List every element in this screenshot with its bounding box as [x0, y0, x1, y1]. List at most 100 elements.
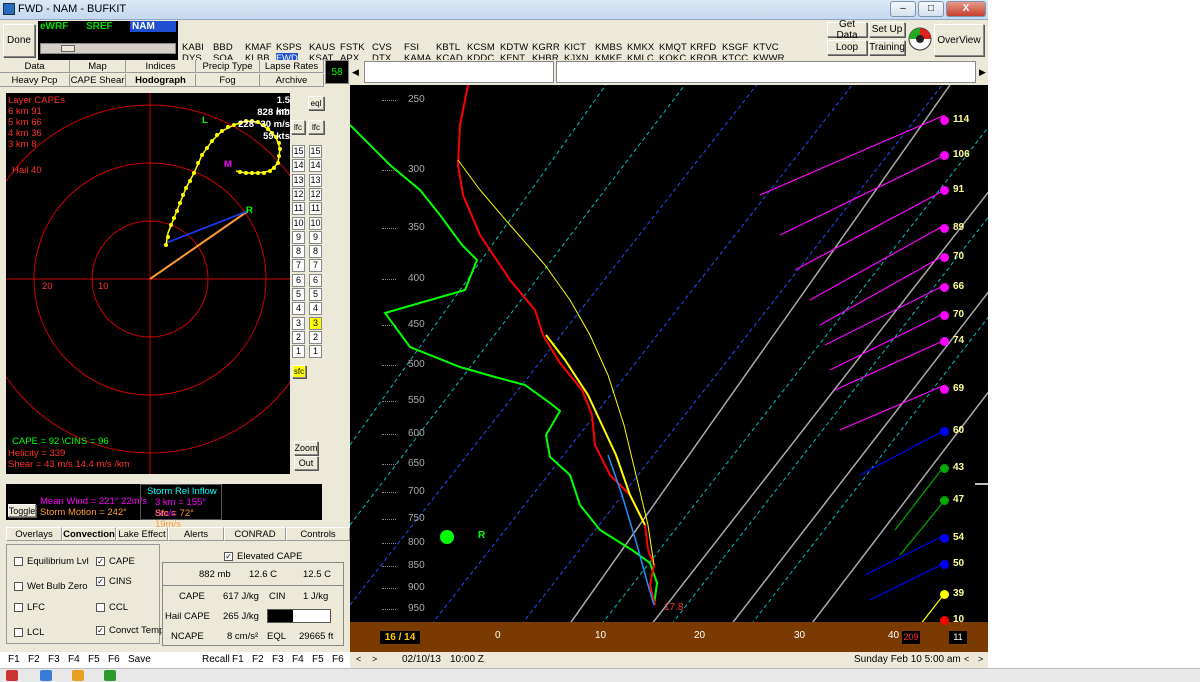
tab-map[interactable]: Map [70, 60, 126, 73]
checkbox[interactable] [14, 557, 23, 566]
layer-number-left[interactable]: 2 [292, 330, 305, 344]
scroll-right-icon[interactable]: ▶ [979, 62, 987, 82]
station-kict[interactable]: KICT [564, 42, 586, 53]
option-cins[interactable]: ✓ CINS [96, 576, 132, 587]
station-bbd[interactable]: BBD [213, 42, 233, 53]
close-button[interactable]: X [946, 1, 986, 17]
layer-number-left[interactable]: 3 [292, 316, 305, 330]
layer-number-left[interactable]: 8 [292, 245, 305, 259]
station-kaus[interactable]: KAUS [309, 42, 335, 53]
fkey-left-f4[interactable]: F4 [68, 654, 80, 665]
tab-cape-shear[interactable]: CAPE Shear [70, 74, 126, 87]
station-kcsm[interactable]: KCSM [467, 42, 495, 53]
taskbar-app-icon[interactable] [40, 670, 52, 681]
checkbox[interactable] [96, 603, 105, 612]
elevated-cape-option[interactable]: ✓ Elevated CAPE [224, 551, 302, 562]
fkey-left-f6[interactable]: F6 [108, 654, 120, 665]
option-lcl[interactable]: LCL [14, 627, 44, 638]
out-button[interactable]: Out [294, 456, 318, 470]
time-forward-icon[interactable]: > [372, 654, 377, 664]
layer-number-right[interactable]: 9 [309, 230, 322, 244]
station-kmqt[interactable]: KMQT [659, 42, 687, 53]
model-sref[interactable]: SREF [84, 21, 113, 32]
fkey-left-f5[interactable]: F5 [88, 654, 100, 665]
layer-number-right[interactable]: 2 [309, 330, 322, 344]
layer-number-right[interactable]: 10 [309, 216, 322, 230]
lfc-button-right[interactable]: lfc [308, 120, 324, 134]
layer-number-right[interactable]: 15 [309, 145, 322, 158]
fkey-right-f3[interactable]: F3 [272, 654, 284, 665]
checkbox[interactable] [14, 603, 23, 612]
option-lfc[interactable]: LFC [14, 602, 45, 613]
checkbox[interactable] [14, 582, 23, 591]
station-ksgf[interactable]: KSGF [722, 42, 748, 53]
setup-button[interactable]: Set Up [869, 22, 905, 37]
model-nam[interactable]: NAM [130, 21, 176, 32]
layer-number-left[interactable]: 10 [292, 216, 305, 230]
option-convct-temp[interactable]: ✓ Convct Temp [96, 625, 164, 636]
maximize-button[interactable]: □ [918, 1, 944, 17]
checkbox[interactable] [14, 628, 23, 637]
lfc-button-left[interactable]: lfc [291, 120, 305, 134]
tab-conrad[interactable]: CONRAD [224, 527, 286, 541]
time-back-icon[interactable]: < [356, 654, 361, 664]
model-ewrf[interactable]: eWRF [38, 21, 69, 32]
layer-number-left[interactable]: 14 [292, 159, 305, 173]
station-fsi[interactable]: FSI [404, 42, 419, 53]
station-kgrr[interactable]: KGRR [532, 42, 560, 53]
station-ktvc[interactable]: KTVC [753, 42, 779, 53]
info-field-right[interactable] [556, 61, 976, 83]
layer-number-left[interactable]: 5 [292, 288, 305, 301]
eql-button[interactable]: eql [308, 96, 324, 110]
layer-number-right[interactable]: 13 [309, 173, 322, 187]
minimize-button[interactable]: – [890, 1, 916, 17]
start-icon[interactable] [6, 670, 18, 681]
zoom-button[interactable]: Zoom [294, 441, 318, 455]
tab-heavy-pcp[interactable]: Heavy Pcp [0, 74, 70, 87]
tab-convection[interactable]: Convection [62, 527, 116, 541]
fkey-left-save[interactable]: Save [128, 654, 151, 665]
fkey-right-f1[interactable]: F1 [232, 654, 244, 665]
station-fstk[interactable]: FSTK [340, 42, 365, 53]
checkbox[interactable]: ✓ [96, 577, 105, 586]
layer-number-left[interactable]: 6 [292, 273, 305, 287]
layer-number-right[interactable]: 3 [309, 316, 322, 330]
layer-number-left[interactable]: 15 [292, 145, 305, 158]
fkey-right-f6[interactable]: F6 [332, 654, 344, 665]
layer-number-right[interactable]: 11 [309, 202, 322, 216]
option-ccl[interactable]: CCL [96, 602, 128, 613]
station-krfd[interactable]: KRFD [690, 42, 716, 53]
tab-controls[interactable]: Controls [286, 527, 350, 541]
layer-number-right[interactable]: 12 [309, 187, 322, 201]
tab-fog[interactable]: Fog [196, 74, 260, 87]
layer-number-left[interactable]: 11 [292, 202, 305, 216]
elevated-cape-checkbox[interactable]: ✓ [224, 552, 233, 561]
sfc-button[interactable]: sfc [292, 365, 306, 378]
tab-lake-effect[interactable]: Lake Effect [116, 527, 168, 541]
station-kabi[interactable]: KABI [182, 42, 204, 53]
get-data-button[interactable]: Get Data [827, 19, 867, 41]
time-end-right-icon[interactable]: > [978, 654, 983, 664]
option-equilibrium-lvl[interactable]: Equilibrium Lvl [14, 556, 89, 567]
layer-number-right[interactable]: 7 [309, 259, 322, 273]
layer-number-left[interactable]: 9 [292, 230, 305, 244]
layer-number-right[interactable]: 8 [309, 245, 322, 259]
fkey-left-f2[interactable]: F2 [28, 654, 40, 665]
loop-button[interactable]: Loop [827, 40, 867, 55]
done-button[interactable]: Done [3, 24, 35, 57]
station-kmbs[interactable]: KMBS [595, 42, 622, 53]
layer-number-left[interactable]: 7 [292, 259, 305, 273]
layer-number-left[interactable]: 1 [292, 345, 305, 359]
time-end-left-icon[interactable]: < [964, 654, 969, 664]
layer-number-right[interactable]: 5 [309, 288, 322, 301]
layer-number-right[interactable]: 14 [309, 159, 322, 173]
info-field-left[interactable] [364, 61, 554, 83]
station-kmaf[interactable]: KMAF [245, 42, 272, 53]
tab-overlays[interactable]: Overlays [6, 527, 62, 541]
training-button[interactable]: Training [869, 40, 905, 55]
layer-number-right[interactable]: 6 [309, 273, 322, 287]
tab-indices[interactable]: Indices [126, 60, 196, 73]
fkey-left-f3[interactable]: F3 [48, 654, 60, 665]
overview-button[interactable]: OverView [934, 24, 984, 56]
station-kbtl[interactable]: KBTL [436, 42, 460, 53]
